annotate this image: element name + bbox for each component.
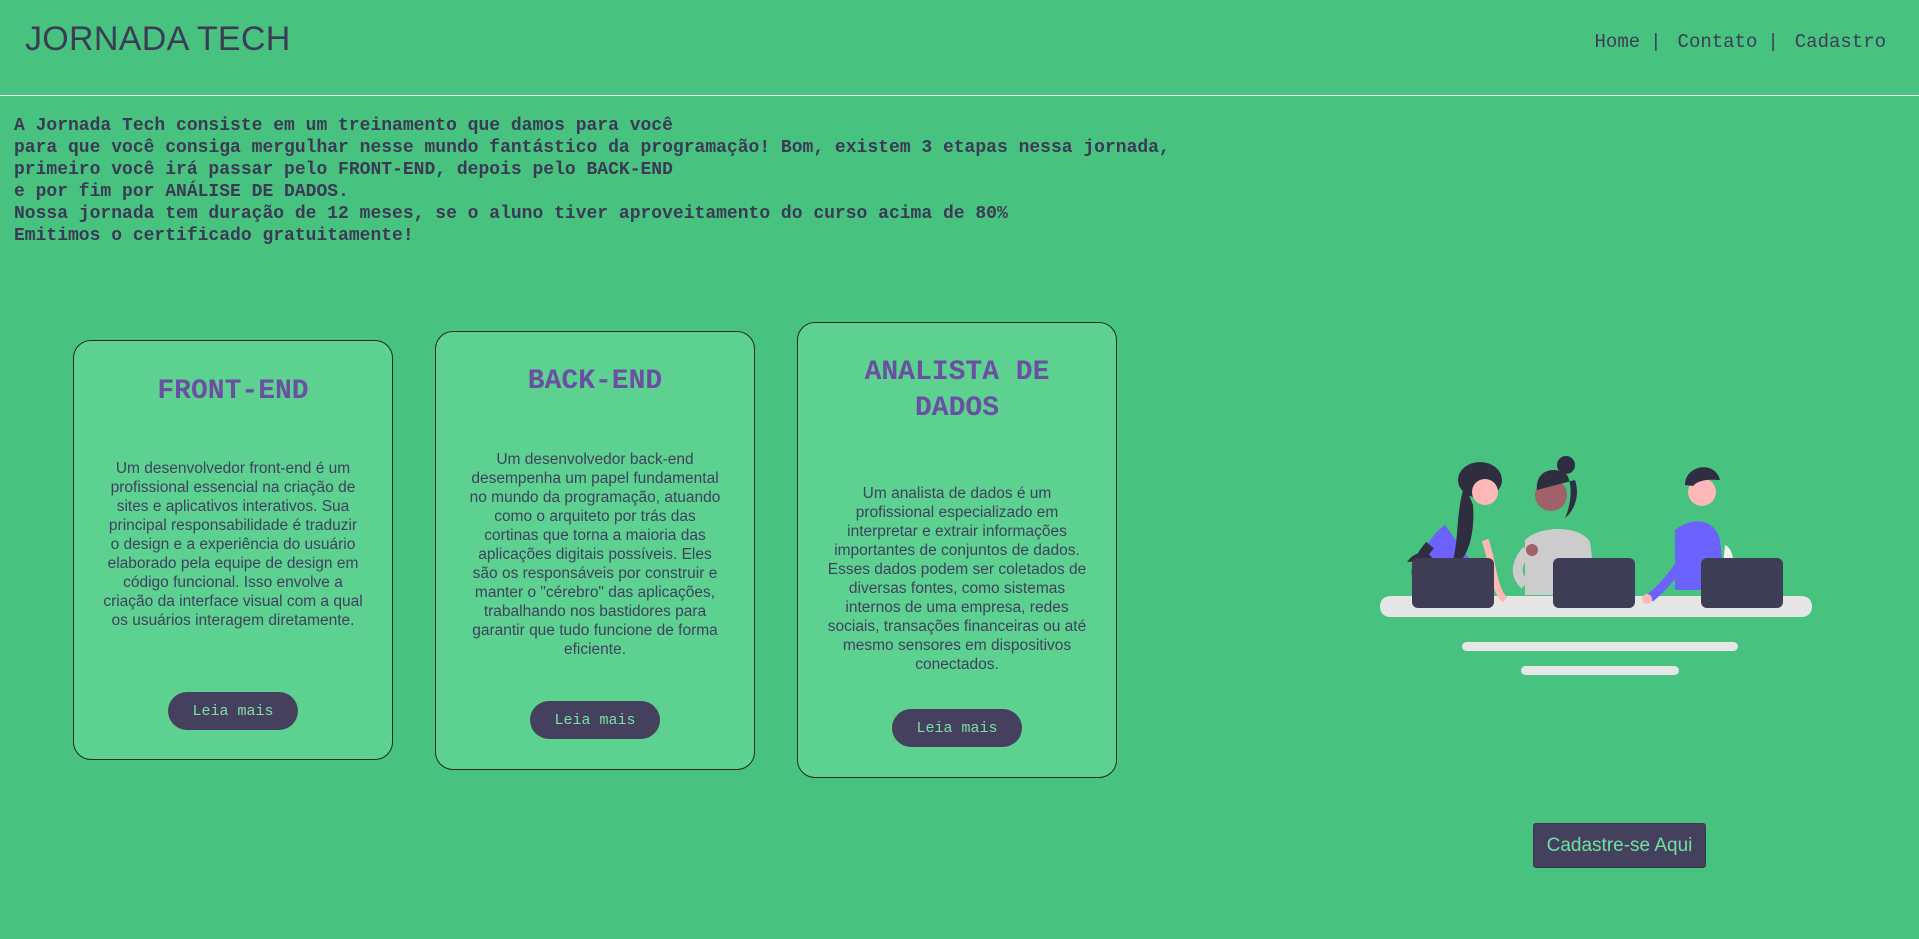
brand-title: JORNADA TECH	[25, 20, 291, 58]
nav-separator: |	[1650, 31, 1662, 53]
read-more-button[interactable]: Leia mais	[892, 709, 1022, 747]
card-description: Um desenvolvedor back-end desempenha um …	[469, 451, 721, 658]
card-front-end: FRONT-END Um desenvolvedor front-end é u…	[73, 340, 393, 760]
nav-cadastro-link[interactable]: Cadastro	[1795, 31, 1886, 53]
cadastre-se-button[interactable]: Cadastre-se Aqui	[1533, 823, 1706, 868]
card-title: BACK-END	[527, 366, 663, 397]
card-analista-dados: ANALISTA DE DADOS Um analista de dados é…	[797, 322, 1117, 778]
card-title: FRONT-END	[157, 376, 309, 407]
read-more-button[interactable]: Leia mais	[530, 701, 660, 739]
team-illustration	[1380, 456, 1812, 675]
card-title: ANALISTA DE DADOS	[864, 357, 1050, 424]
nav-separator: |	[1767, 31, 1779, 53]
read-more-button[interactable]: Leia mais	[168, 692, 298, 730]
card-description: Um analista de dados é um profissional e…	[827, 485, 1087, 673]
card-description: Um desenvolvedor front-end é um profissi…	[103, 460, 363, 629]
nav-contato-link[interactable]: Contato	[1678, 31, 1758, 53]
card-back-end: BACK-END Um desenvolvedor back-end desem…	[435, 331, 755, 770]
site-header: JORNADA TECH Home | Contato | Cadastro	[0, 0, 1919, 96]
nav-home-link[interactable]: Home	[1595, 31, 1641, 53]
intro-text: A Jornada Tech consiste em um treinament…	[14, 116, 1170, 246]
main-nav: Home | Contato | Cadastro	[1595, 31, 1886, 53]
